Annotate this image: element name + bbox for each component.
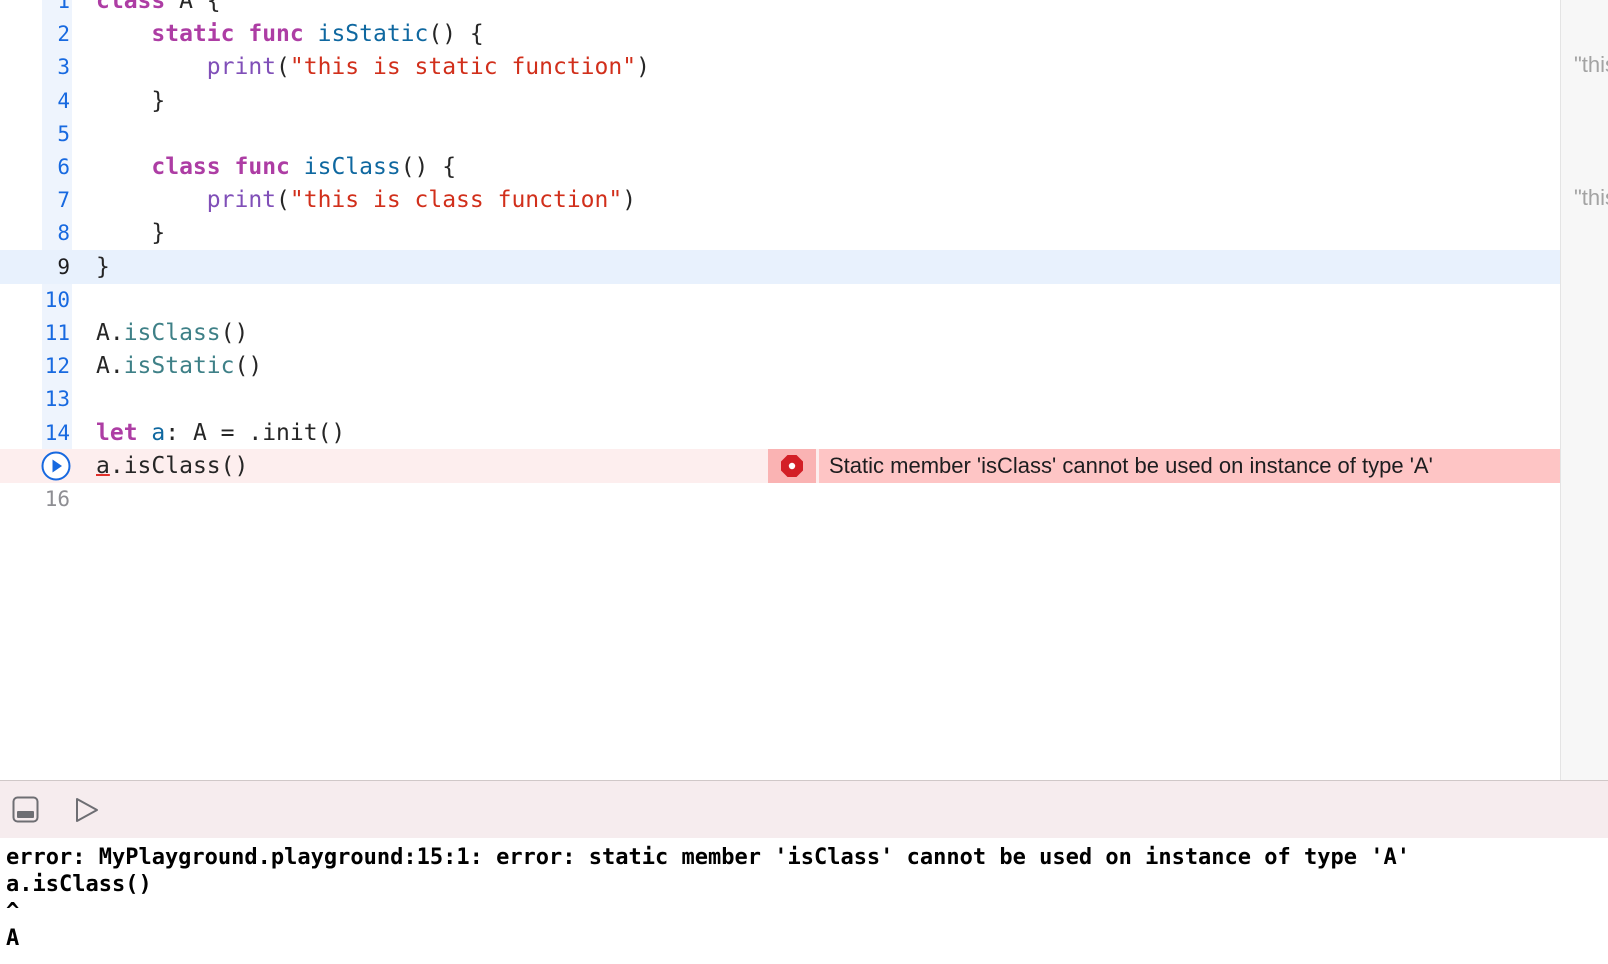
code-text: } <box>96 216 165 250</box>
line-number: 7 <box>57 188 70 213</box>
line-number: 5 <box>57 121 70 146</box>
code-token: print <box>206 54 277 81</box>
code-line[interactable]: 8 } <box>0 216 1560 250</box>
code-text: A.isStatic() <box>96 349 262 383</box>
code-line[interactable]: 11 A.isClass() <box>0 316 1560 350</box>
code-text: print("this is class function") <box>96 183 636 217</box>
code-token: A. <box>96 320 124 346</box>
results-sidebar: "this is static function" "this is class … <box>1560 0 1608 780</box>
line-number: 11 <box>44 321 70 345</box>
code-text: class A { <box>96 0 221 18</box>
code-token: isStatic <box>317 21 429 48</box>
line-number: 3 <box>57 55 70 80</box>
code-line[interactable]: 7 print("this is class function") <box>0 183 1560 217</box>
code-text: } <box>96 84 165 118</box>
debug-bar <box>0 780 1608 839</box>
line-number: 1 <box>57 0 70 13</box>
code-token: isClass <box>123 320 221 346</box>
console-output: error: MyPlayground.playground:15:1: err… <box>6 845 1410 951</box>
code-line[interactable]: 4 } <box>0 84 1560 118</box>
code-token: ( <box>276 187 290 214</box>
code-token: a <box>96 452 110 479</box>
code-token: class <box>151 154 221 180</box>
code-line[interactable]: a.isClass() Static member 'isClass' canno… <box>0 448 1560 483</box>
result-value[interactable]: "this is class function" <box>1574 185 1608 211</box>
line-number: 6 <box>57 155 70 179</box>
code-text: static func isStatic() { <box>96 17 484 51</box>
code-token: } <box>96 220 166 247</box>
code-line[interactable]: 1 class A { <box>0 0 1560 18</box>
line-number: 8 <box>57 221 70 246</box>
code-editor[interactable]: 1 class A {2 static func isStatic() {3 pr… <box>0 0 1560 780</box>
code-token: isStatic <box>123 353 235 380</box>
code-text: let a: A = .init() <box>96 416 345 450</box>
line-number: 9 <box>57 254 70 279</box>
code-token: ( <box>276 54 290 81</box>
line-number: 10 <box>44 287 70 312</box>
code-text: print("this is static function") <box>96 50 650 84</box>
code-token: } <box>96 253 110 280</box>
code-token: () { <box>428 21 484 48</box>
error-message[interactable]: Static member 'isClass' cannot be used o… <box>819 448 1560 483</box>
code-line[interactable]: 9} <box>0 249 1560 284</box>
line-number: 14 <box>44 420 70 445</box>
code-token: () <box>220 320 249 346</box>
code-text: a.isClass() <box>96 449 248 483</box>
code-text: } <box>96 250 110 284</box>
code-token: .isClass() <box>109 452 249 479</box>
code-token: static <box>151 21 235 48</box>
result-value[interactable]: "this is static function" <box>1574 52 1608 78</box>
line-number: 13 <box>44 387 70 412</box>
code-token: A. <box>96 353 124 380</box>
code-token: print <box>206 187 277 214</box>
error-badge[interactable] <box>768 448 816 483</box>
code-token: func <box>234 154 290 180</box>
code-token: ) <box>622 187 637 214</box>
code-token: A { <box>165 0 221 14</box>
code-token: } <box>96 87 166 114</box>
code-token: isClass <box>303 154 401 180</box>
code-token: func <box>248 21 304 48</box>
code-line[interactable]: 14 let a: A = .init() <box>0 416 1560 450</box>
code-token: class <box>96 0 166 14</box>
code-token: "this is static function" <box>289 54 637 81</box>
code-token: a <box>151 419 166 446</box>
line-number: 2 <box>57 22 70 47</box>
code-line[interactable]: 13 <box>0 382 1560 416</box>
code-line[interactable]: 12 A.isStatic() <box>0 349 1560 383</box>
code-token: ) <box>636 54 650 81</box>
code-token: () <box>234 353 263 380</box>
line-number: 12 <box>44 354 70 379</box>
code-line[interactable]: 6 class func isClass() { <box>0 150 1560 184</box>
code-line[interactable]: 16 <box>0 482 1560 516</box>
play-circle-icon[interactable] <box>41 451 71 481</box>
play-icon[interactable] <box>74 797 100 823</box>
code-line[interactable]: 3 print("this is static function") <box>0 50 1560 84</box>
code-line[interactable]: 10 <box>0 283 1560 317</box>
line-number: 4 <box>57 88 70 113</box>
line-number: 16 <box>44 487 70 511</box>
console-toggle-icon[interactable] <box>12 796 40 824</box>
code-token: "this is class function" <box>289 187 623 214</box>
code-text: class func isClass() { <box>96 150 456 184</box>
code-line[interactable]: 5 <box>0 117 1560 151</box>
code-text: A.isClass() <box>96 316 248 350</box>
error-stop-icon <box>781 454 803 477</box>
code-token: : A = .init() <box>165 419 346 446</box>
console-output-area[interactable]: error: MyPlayground.playground:15:1: err… <box>0 838 1608 964</box>
code-token: let <box>96 419 138 446</box>
code-token: () { <box>400 154 457 180</box>
code-line[interactable]: 2 static func isStatic() { <box>0 17 1560 51</box>
